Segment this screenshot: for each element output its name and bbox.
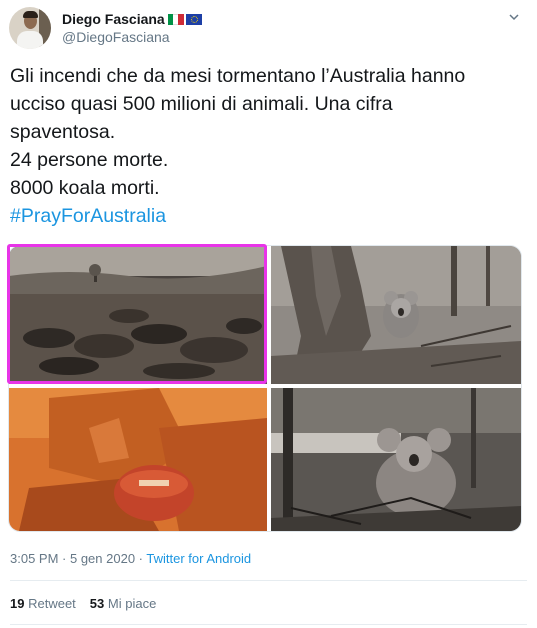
author-display-name[interactable]: Diego Fasciana [62,11,165,27]
likes-count: 53 [89,596,105,611]
retweets-count: 19 [10,596,25,611]
avatar-hair [23,11,38,18]
tweet-text-line: Gli incendi che da mesi tormentano l’Aus… [10,65,466,87]
tweet-text-line: 24 persone morte. [10,149,169,171]
likes-stat[interactable]: 53 Mi piace [90,596,157,611]
author-handle[interactable]: @DiegoFasciana [62,29,170,45]
photo-koala-tree[interactable] [271,246,521,384]
tweet-stats: 19 Retweet 53 Mi piace [10,596,156,611]
tweet-meta: 3:05 PM · 5 gen 2020 · Twitter for Andro… [10,551,251,566]
divider [10,580,527,581]
avatar-shirt [17,31,43,49]
eu-flag-icon [185,13,202,25]
likes-label: Mi piace [107,596,157,611]
photo-firefighter[interactable] [9,388,267,531]
tweet-text: Gli incendi che da mesi tormentano l’Aus… [10,62,520,230]
hashtag-link[interactable]: #PrayForAustralia [10,202,520,230]
tweet-text-line: 8000 koala morti. [10,177,160,199]
tweet-text-line: spaventosa. [10,121,116,143]
italy-flag-icon [167,13,184,25]
divider [10,624,527,625]
retweets-label: Retweet [28,596,76,611]
avatar[interactable] [9,7,51,49]
photo-burned-field[interactable] [9,246,267,384]
tweet-text-line: ucciso quasi 500 milioni di animali. Una… [10,93,393,115]
meta-separator: · [58,551,70,566]
tweet-card: Diego Fasciana @DiegoFasciana Gli incend… [0,0,537,628]
tweet-source-link[interactable]: Twitter for Android [146,551,251,566]
author-name-row[interactable]: Diego Fasciana [62,11,202,27]
media-grid [8,245,522,532]
tweet-date[interactable]: 5 gen 2020 [70,551,135,566]
retweets-stat[interactable]: 19 Retweet [10,596,76,611]
tweet-time[interactable]: 3:05 PM [10,551,58,566]
photo-koala-ashes[interactable] [271,388,521,531]
chevron-down-icon[interactable] [508,11,520,23]
meta-separator: · [135,551,147,566]
